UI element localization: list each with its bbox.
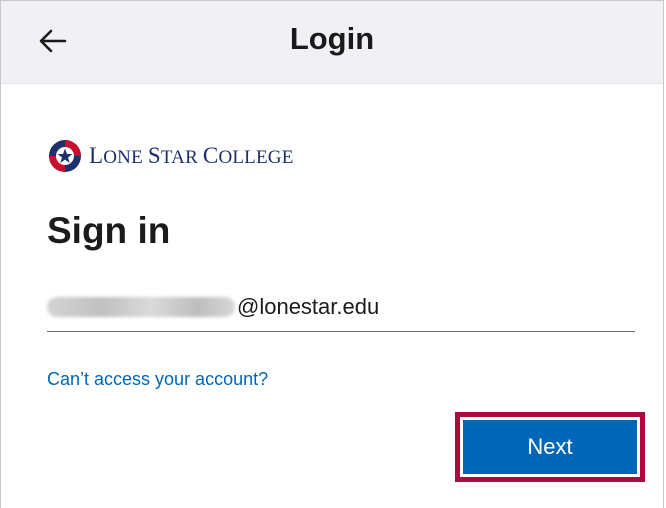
top-app-bar: Login	[1, 0, 663, 84]
email-domain-text: @lonestar.edu	[237, 293, 380, 319]
sign-in-heading: Sign in	[47, 210, 171, 251]
redacted-username	[47, 296, 235, 317]
page-title: Login	[289, 21, 375, 56]
email-input[interactable]: @lonestar.edu	[47, 282, 635, 332]
next-button[interactable]: Next	[463, 420, 637, 474]
logo-wordmark: LONE STAR COLLEGE	[89, 143, 294, 168]
back-button[interactable]	[29, 19, 77, 63]
lone-star-emblem-icon	[49, 140, 81, 172]
cant-access-account-link[interactable]: Can’t access your account?	[47, 369, 268, 390]
arrow-left-icon	[39, 29, 67, 53]
lone-star-college-logo: LONE STAR COLLEGE	[47, 138, 294, 174]
login-screen: Login LONE STAR COLLEGE Sign in @lonesta…	[0, 0, 664, 508]
